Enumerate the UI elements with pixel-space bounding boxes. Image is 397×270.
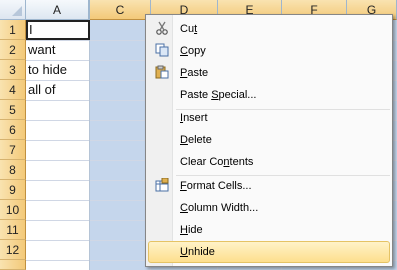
paste-icon <box>154 65 170 81</box>
menu-label: aste <box>187 67 209 79</box>
select-all-corner[interactable] <box>0 0 26 20</box>
row-header-12[interactable]: 12 <box>0 240 26 260</box>
menu-item-paste[interactable]: Paste <box>148 62 390 84</box>
row-header-6[interactable]: 6 <box>0 120 26 140</box>
menu-accelerator: F <box>180 180 187 192</box>
menu-label: Clear Co <box>180 156 224 168</box>
cell-a2[interactable]: want <box>26 40 90 60</box>
menu-accelerator: C <box>180 45 188 57</box>
menu-label: tents <box>229 156 254 168</box>
menu-item-paste-special[interactable]: Paste Special... <box>148 84 390 106</box>
menu-accelerator: t <box>194 23 198 35</box>
menu-item-column-width[interactable]: Column Width... <box>148 197 390 219</box>
cell-a1[interactable]: I <box>26 20 90 40</box>
menu-label: opy <box>187 45 206 57</box>
menu-accelerator: C <box>180 202 188 214</box>
menu-label: Cu <box>180 23 195 35</box>
row-header-11[interactable]: 11 <box>0 220 26 240</box>
menu-item-delete[interactable]: Delete <box>148 129 390 151</box>
menu-label: elete <box>187 134 212 146</box>
menu-item-cut[interactable]: Cut <box>148 18 390 40</box>
menu-label: nhide <box>187 246 215 258</box>
row-header-3[interactable]: 3 <box>0 60 26 80</box>
menu-accelerator: D <box>180 134 188 146</box>
menu-accelerator: H <box>180 224 188 236</box>
cell-a4[interactable]: all of <box>26 80 90 100</box>
scissors-icon <box>154 21 170 37</box>
format-cells-icon <box>154 177 170 194</box>
row-header-1[interactable]: 1 <box>0 20 26 40</box>
menu-label: ide <box>187 224 203 236</box>
row-header-9[interactable]: 9 <box>0 180 26 200</box>
column-header-c[interactable]: C <box>90 0 151 20</box>
row-header-13[interactable] <box>0 260 26 270</box>
row-header-7[interactable]: 7 <box>0 140 26 160</box>
menu-accelerator: S <box>211 89 219 101</box>
row-header-4[interactable]: 4 <box>0 80 26 100</box>
menu-item-copy[interactable]: Copy <box>148 40 390 62</box>
row-header-10[interactable]: 10 <box>0 200 26 220</box>
row-header-2[interactable]: 2 <box>0 40 26 60</box>
column-header-a[interactable]: A <box>26 0 90 20</box>
menu-item-insert[interactable]: Insert <box>148 107 390 129</box>
menu-label: olumn Width... <box>187 202 259 214</box>
menu-item-unhide[interactable]: Unhide <box>148 241 390 263</box>
row-header-5[interactable]: 5 <box>0 100 26 120</box>
menu-item-clear-contents[interactable]: Clear Contents <box>148 151 390 173</box>
menu-label: Paste <box>180 89 212 101</box>
menu-accelerator: U <box>180 246 188 258</box>
menu-item-hide[interactable]: Hide <box>148 219 390 241</box>
cell-a3[interactable]: to hide <box>26 60 90 80</box>
menu-label: pecial... <box>218 89 257 101</box>
copy-icon <box>154 43 170 59</box>
row-header-8[interactable]: 8 <box>0 160 26 180</box>
menu-label: ormat Cells... <box>186 180 252 192</box>
menu-item-format-cells[interactable]: Format Cells... <box>148 175 390 197</box>
menu-label: nsert <box>183 112 208 124</box>
context-menu: Cut Copy Paste Paste Special... Insert D… <box>145 14 393 267</box>
